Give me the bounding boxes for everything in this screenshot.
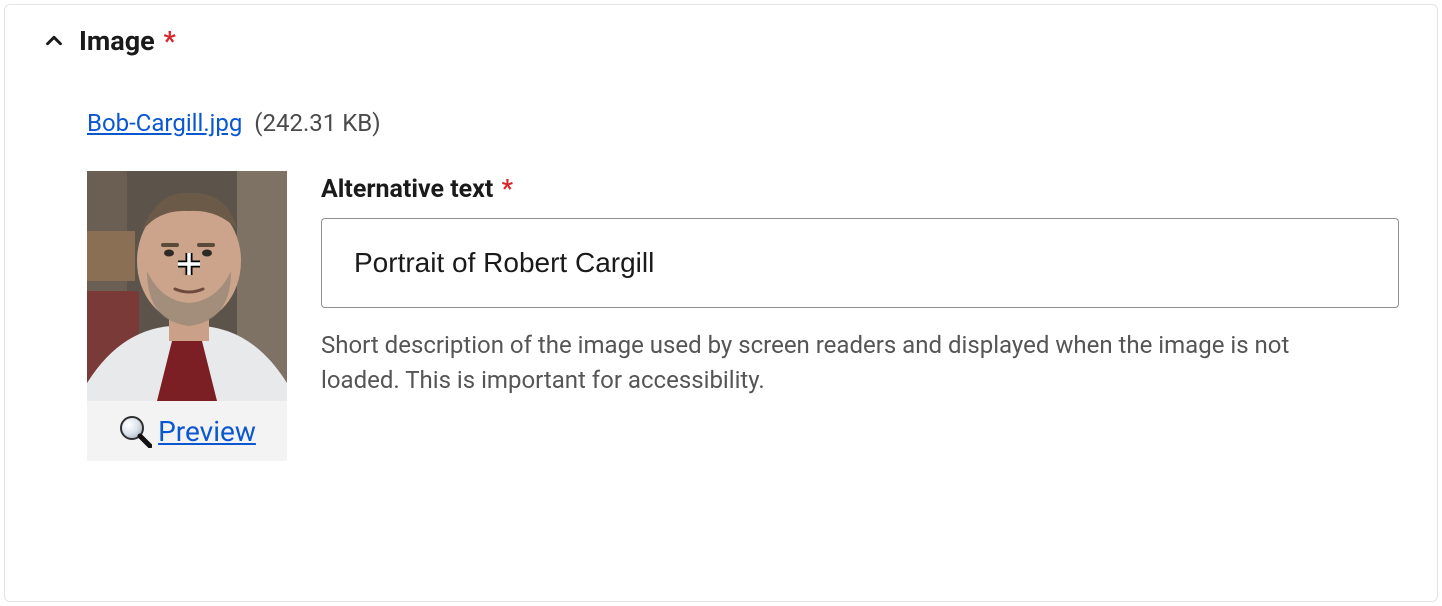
image-thumbnail[interactable] xyxy=(87,171,287,401)
alt-text-label-text: Alternative text xyxy=(321,175,493,204)
section-body: Bob-Cargill.jpg (242.31 KB) xyxy=(43,109,1399,461)
section-header: Image * xyxy=(43,25,1399,57)
preview-bar: Preview xyxy=(87,401,287,461)
image-field-panel: Image * Bob-Cargill.jpg (242.31 KB) xyxy=(4,4,1438,602)
magnifier-icon xyxy=(118,414,152,448)
preview-link[interactable]: Preview xyxy=(158,415,256,448)
required-indicator: * xyxy=(163,25,175,57)
section-title-text: Image xyxy=(79,25,155,57)
required-indicator: * xyxy=(502,175,513,204)
file-size: (242.31 KB) xyxy=(254,109,380,137)
chevron-up-icon xyxy=(43,30,65,52)
image-row: Preview Alternative text * Short descrip… xyxy=(87,171,1399,461)
alt-text-input[interactable] xyxy=(321,218,1399,308)
alt-text-label: Alternative text * xyxy=(321,175,1399,204)
section-title: Image * xyxy=(79,25,176,57)
alt-text-help: Short description of the image used by s… xyxy=(321,328,1331,398)
alt-text-field: Alternative text * Short description of … xyxy=(321,171,1399,398)
file-line: Bob-Cargill.jpg (242.31 KB) xyxy=(87,109,1399,137)
collapse-toggle[interactable] xyxy=(43,30,65,52)
portrait-placeholder xyxy=(87,171,287,401)
file-name-link[interactable]: Bob-Cargill.jpg xyxy=(87,109,242,137)
thumbnail-column: Preview xyxy=(87,171,287,461)
